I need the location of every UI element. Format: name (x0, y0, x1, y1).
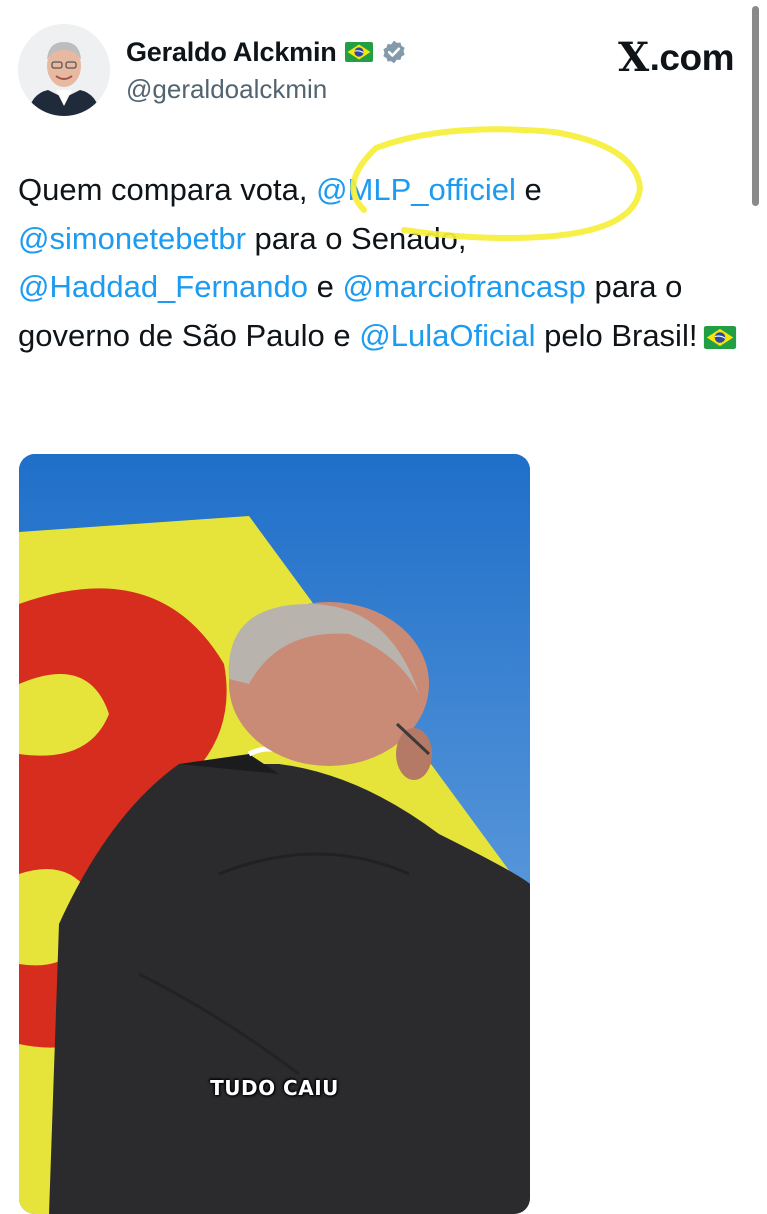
x-com-logo: X. com (618, 34, 734, 81)
mention-link[interactable]: @marciofrancasp (342, 269, 585, 304)
tweet-segment: pelo Brasil! (535, 317, 698, 353)
scrollbar[interactable] (752, 6, 759, 206)
verified-badge-icon (382, 40, 405, 64)
x-logo-icon: X (618, 34, 649, 81)
name-line: Geraldo Alckmin (126, 34, 407, 70)
avatar-photo (18, 24, 110, 116)
tweet-header: Geraldo Alckmin @geraldoalckmin X. com (18, 22, 738, 122)
brazil-flag-icon (704, 325, 737, 349)
video-media[interactable]: TUDO CAIU (19, 454, 530, 1214)
mention-link[interactable]: @simonetebetbr (18, 221, 246, 256)
tweet-text: Quem compara vota, @MLP_officiel e @simo… (18, 166, 748, 360)
avatar[interactable] (18, 24, 110, 116)
mention-link[interactable]: @Haddad_Fernando (18, 269, 308, 304)
site-label: com (659, 36, 734, 78)
video-frame (19, 454, 530, 1214)
tweet-segment: Quem compara vota, (18, 172, 317, 207)
mention-link[interactable]: @MLP_officiel (316, 172, 516, 207)
mention-link[interactable]: @LulaOficial (359, 318, 535, 353)
video-caption: TUDO CAIU (210, 1076, 339, 1100)
tweet-segment: para o Senado, (245, 220, 467, 256)
display-name[interactable]: Geraldo Alckmin (126, 37, 337, 68)
user-handle[interactable]: @geraldoalckmin (126, 74, 327, 105)
tweet-segment: e (308, 269, 343, 304)
brazil-flag-icon (344, 42, 373, 62)
tweet-segment: e (515, 172, 542, 207)
